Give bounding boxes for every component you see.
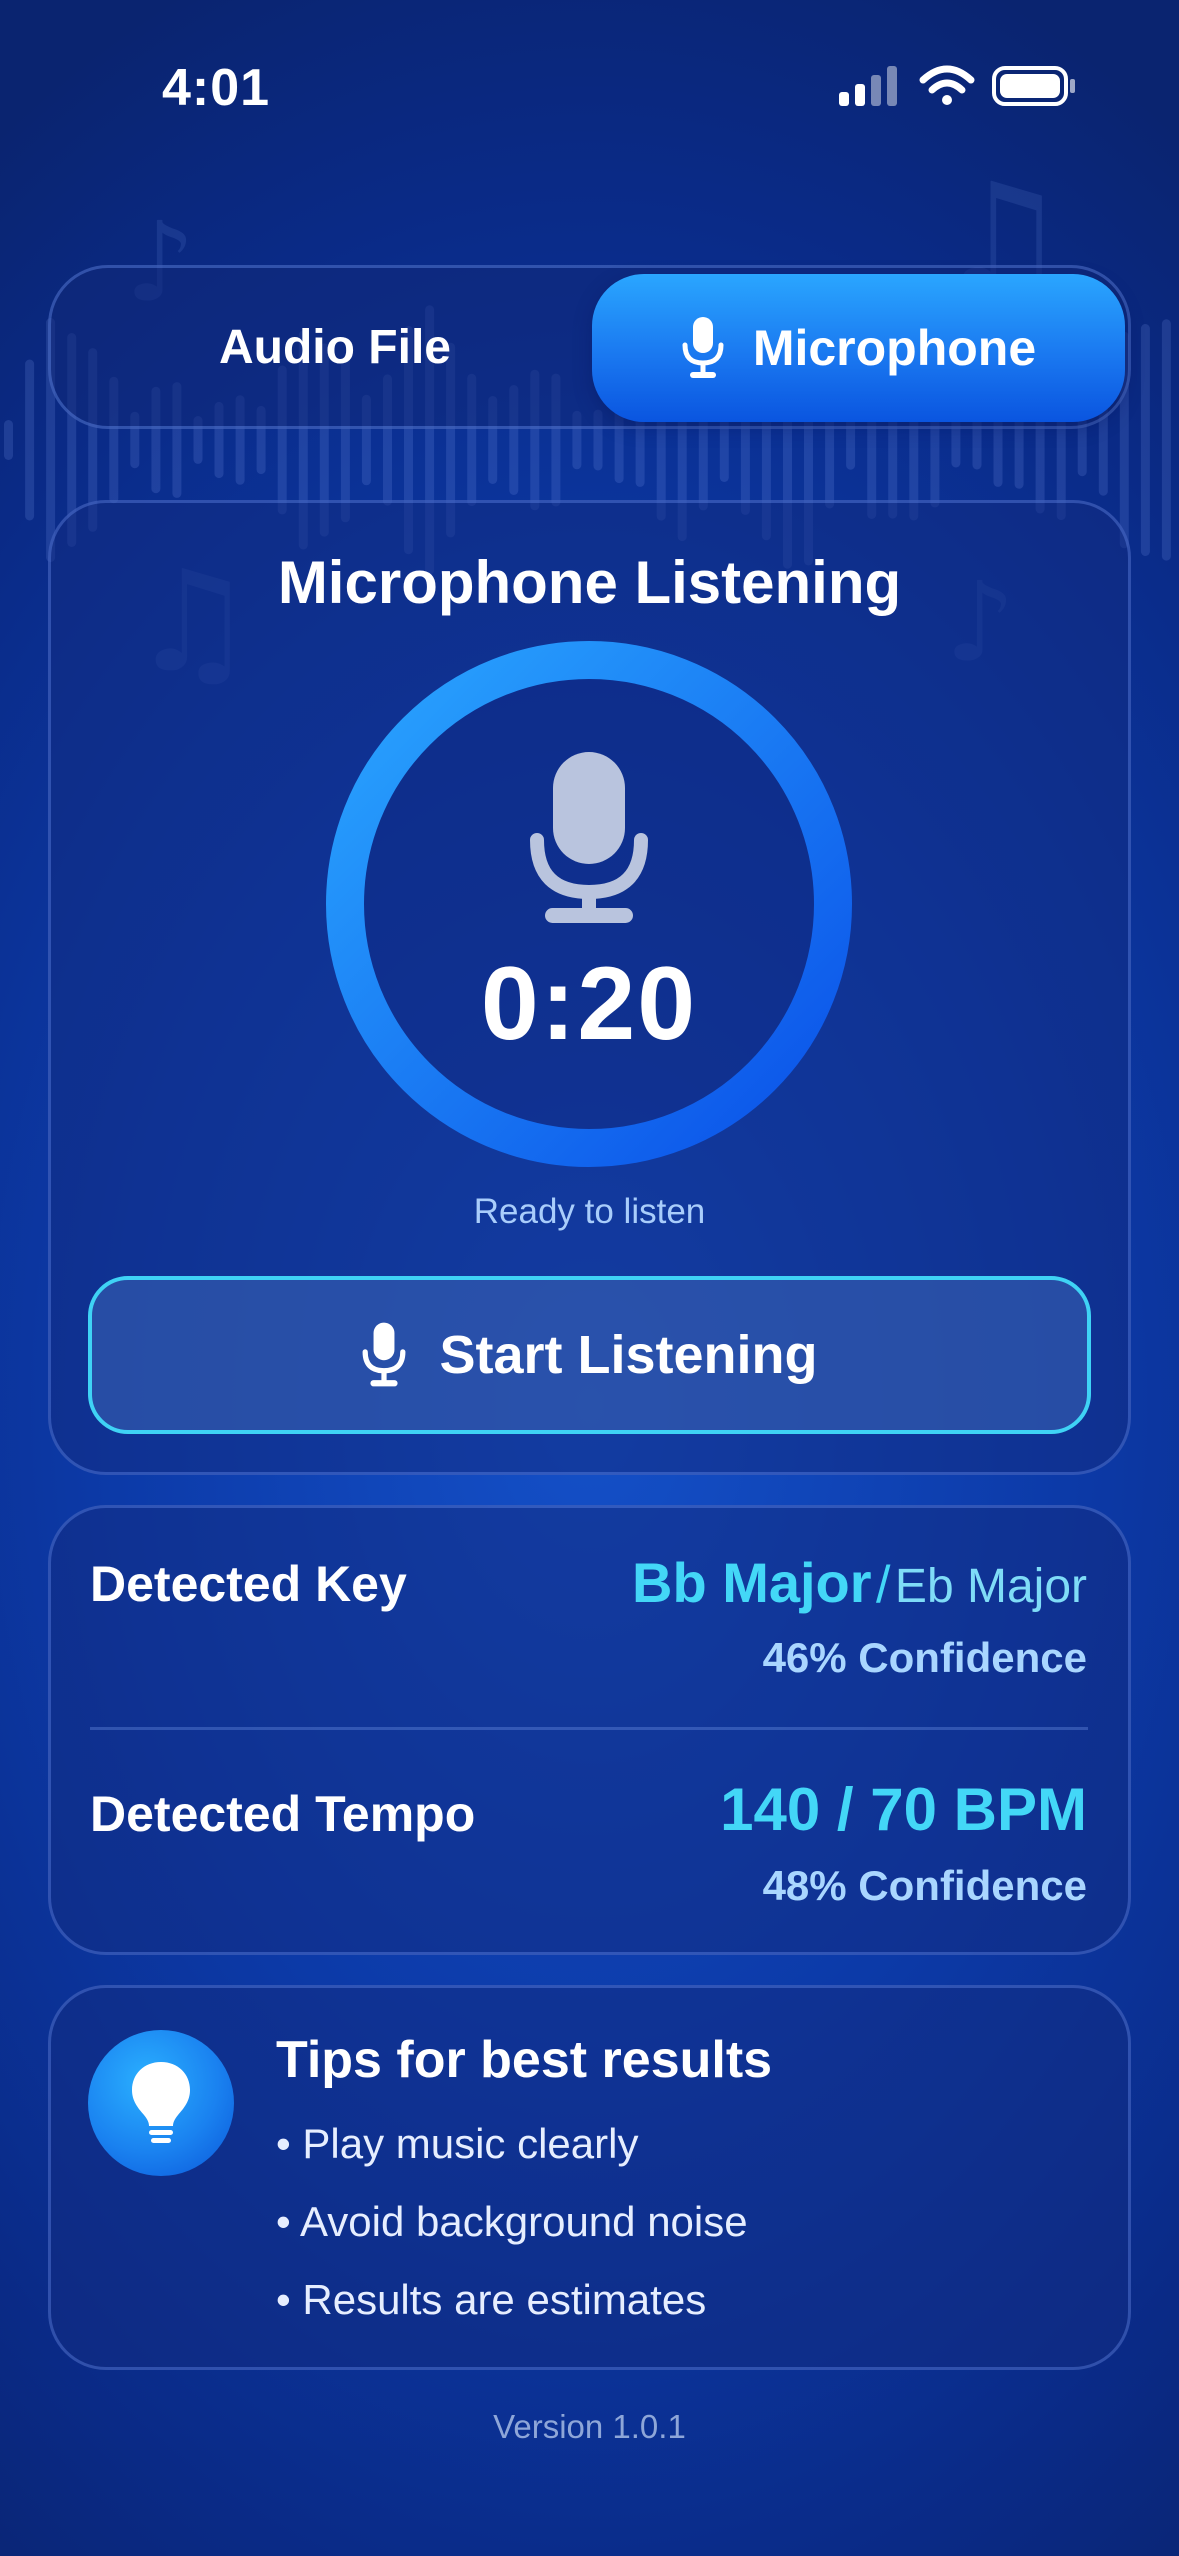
app-version: Version 1.0.1: [493, 2408, 686, 2445]
lightbulb-icon: [132, 2062, 190, 2143]
status-icons: [839, 65, 1075, 106]
microphone-icon: [363, 1322, 406, 1387]
wave-bar: [1161, 319, 1171, 561]
microphone-tab[interactable]: Microphone: [592, 274, 1125, 422]
tips-icon-badge: [88, 2030, 234, 2176]
tip-item: • Results are estimates: [276, 2276, 707, 2323]
listening-title: Microphone Listening: [277, 549, 902, 616]
key-alternate: Eb Major: [894, 1560, 1087, 1613]
wave-bar: [25, 359, 35, 521]
listening-status: Ready to listen: [473, 1192, 706, 1231]
wave-bar: [1140, 324, 1150, 556]
detected-key-label: Detected Key: [90, 1556, 407, 1612]
listening-timer-ring: [326, 641, 852, 1167]
start-listening-button[interactable]: Start Listening: [88, 1276, 1091, 1434]
tempo-confidence: 48% Confidence: [762, 1862, 1087, 1909]
audio-file-label: Audio File: [219, 320, 451, 374]
results-divider: [90, 1727, 1088, 1730]
tip-item: • Play music clearly: [276, 2120, 639, 2167]
start-listening-label: Start Listening: [439, 1325, 818, 1385]
detected-tempo-value: 140 / 70 BPM: [720, 1776, 1087, 1843]
key-confidence: 46% Confidence: [762, 1634, 1087, 1681]
signal-icon: [839, 66, 897, 106]
key-primary: Bb Major: [632, 1551, 872, 1614]
battery-icon: [992, 66, 1075, 106]
microphone-label: Microphone: [752, 320, 1037, 376]
status-time: 4:01: [162, 59, 271, 117]
microphone-icon: [682, 317, 724, 378]
detected-key-value: Bb Major / Eb Major: [632, 1550, 1087, 1615]
audio-file-tab[interactable]: Audio File: [90, 276, 580, 418]
wifi-icon: [919, 65, 975, 105]
tips-title: Tips for best results: [276, 2031, 773, 2089]
key-separator: /: [876, 1556, 891, 1614]
wave-bar: [4, 420, 13, 460]
tip-item: • Avoid background noise: [276, 2198, 748, 2245]
listening-timer: 0:20: [480, 946, 698, 1062]
detected-tempo-label: Detected Tempo: [90, 1786, 476, 1842]
